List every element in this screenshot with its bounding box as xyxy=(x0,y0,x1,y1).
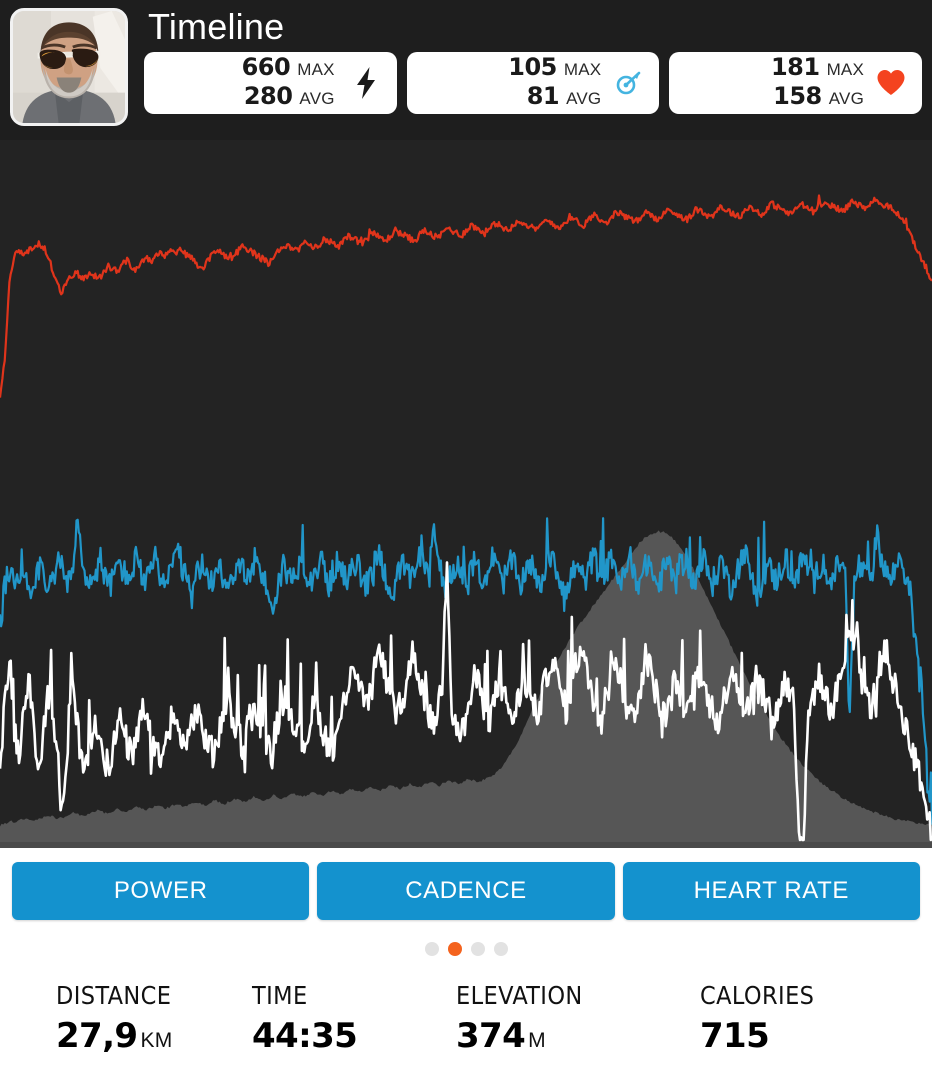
power-button[interactable]: POWER xyxy=(12,862,310,920)
hr-avg-value: 158 xyxy=(773,82,822,110)
cadence-button[interactable]: CADENCE xyxy=(317,862,615,920)
avatar-photo xyxy=(13,11,125,123)
crank-cadence-icon xyxy=(611,68,645,98)
power-max-value: 660 xyxy=(241,53,291,81)
calories-label: CALORIES xyxy=(700,981,815,1010)
header-content: Timeline 660 MAX 280 AVG 105 MAX 81 AVG … xyxy=(128,0,932,114)
calories-value: 715 xyxy=(700,1016,770,1056)
user-avatar[interactable] xyxy=(10,8,128,126)
hr-max-label: MAX xyxy=(826,60,865,79)
cadence-avg-value: 81 xyxy=(526,82,560,110)
calories-value-row: 715 xyxy=(700,1016,932,1056)
time-value: 44:35 xyxy=(252,1016,358,1056)
power-avg-value: 280 xyxy=(243,82,293,110)
summary-distance: DISTANCE 27,9 KM xyxy=(0,980,252,1056)
hr-max-value: 181 xyxy=(770,53,820,81)
distance-label: DISTANCE xyxy=(56,981,172,1010)
cadence-max-label: MAX xyxy=(563,60,602,79)
heart-rate-button[interactable]: HEART RATE xyxy=(622,862,920,920)
timeline-chart[interactable] xyxy=(0,140,932,848)
metric-cards: 660 MAX 280 AVG 105 MAX 81 AVG 181 MAX 1… xyxy=(144,52,932,114)
hr-max-row: 181 MAX xyxy=(771,54,864,83)
header-bar: Timeline 660 MAX 280 AVG 105 MAX 81 AVG … xyxy=(0,0,932,140)
time-label: TIME xyxy=(252,981,308,1010)
distance-value-row: 27,9 KM xyxy=(56,1016,252,1056)
summary-stats: DISTANCE 27,9 KM TIME 44:35 ELEVATION 37… xyxy=(0,964,932,1056)
lightning-bolt-icon xyxy=(349,67,383,99)
cadence-values: 105 MAX 81 AVG xyxy=(421,54,612,112)
pagination-dot-2[interactable] xyxy=(470,942,485,956)
summary-elevation: ELEVATION 374 M xyxy=(456,980,700,1056)
cadence-avg-label: AVG xyxy=(566,89,602,108)
time-value-row: 44:35 xyxy=(252,1016,456,1056)
elevation-value: 374 xyxy=(456,1016,526,1056)
metric-card-heart-rate[interactable]: 181 MAX 158 AVG xyxy=(669,52,923,114)
cadence-max-value: 105 xyxy=(508,53,557,81)
page-title: Timeline xyxy=(148,6,285,47)
heart-icon xyxy=(874,69,908,97)
heart-rate-values: 181 MAX 158 AVG xyxy=(683,54,874,112)
cadence-avg-row: 81 AVG xyxy=(527,83,602,112)
power-max-row: 660 MAX xyxy=(242,54,335,83)
metric-button-row: POWER CADENCE HEART RATE xyxy=(0,848,932,920)
power-avg-label: AVG xyxy=(299,89,335,108)
pagination-dot-1[interactable] xyxy=(447,942,462,956)
power-values: 660 MAX 280 AVG xyxy=(158,54,349,112)
metric-card-cadence[interactable]: 105 MAX 81 AVG xyxy=(406,52,660,114)
elevation-value-row: 374 M xyxy=(456,1016,700,1056)
elevation-label: ELEVATION xyxy=(456,981,583,1010)
pagination-dot-3[interactable] xyxy=(493,942,508,956)
pagination-dots[interactable] xyxy=(0,920,932,964)
chart-baseline xyxy=(0,842,932,848)
hr-avg-label: AVG xyxy=(828,89,865,108)
activity-timeline-screen: Timeline 660 MAX 280 AVG 105 MAX 81 AVG … xyxy=(0,0,932,1080)
footer: POWER CADENCE HEART RATE DISTANCE 27,9 K… xyxy=(0,848,932,1080)
power-avg-row: 280 AVG xyxy=(244,83,335,112)
cadence-max-row: 105 MAX xyxy=(508,54,601,83)
hr-avg-row: 158 AVG xyxy=(773,83,864,112)
summary-calories: CALORIES 715 xyxy=(700,980,932,1056)
distance-unit: KM xyxy=(140,1029,173,1052)
elevation-unit: M xyxy=(528,1029,546,1052)
summary-time: TIME 44:35 xyxy=(252,980,456,1056)
metric-card-power[interactable]: 660 MAX 280 AVG xyxy=(144,52,397,114)
pagination-dot-0[interactable] xyxy=(424,942,439,956)
distance-value: 27,9 xyxy=(56,1016,138,1056)
chart-canvas xyxy=(0,140,932,848)
chart-background xyxy=(0,140,932,848)
power-max-label: MAX xyxy=(297,60,335,79)
